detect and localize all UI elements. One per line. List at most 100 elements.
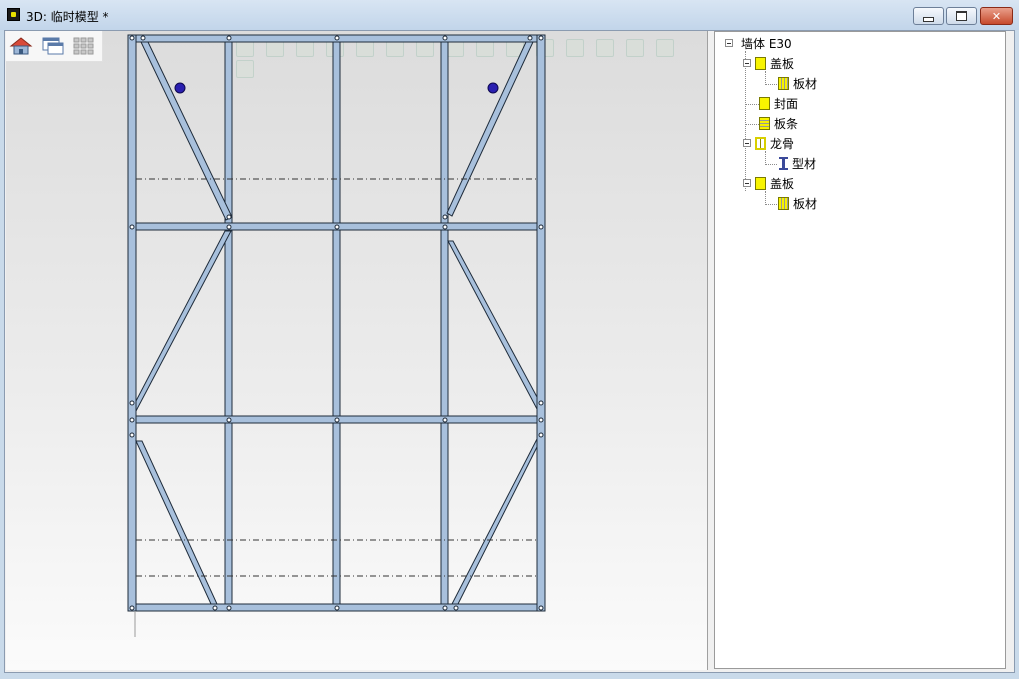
frame-member[interactable]	[440, 229, 449, 417]
collapse-icon[interactable]	[743, 139, 751, 147]
joint-bolt	[226, 224, 232, 230]
tree-connector	[765, 191, 766, 205]
frame-member[interactable]	[440, 422, 449, 605]
joint-bolt	[129, 224, 135, 230]
joint-bolt	[538, 432, 544, 438]
minimize-button[interactable]	[913, 7, 944, 25]
plate-icon	[755, 176, 766, 190]
tree-item-label: 板材	[793, 196, 818, 211]
sheet-icon	[778, 196, 789, 210]
joint-bolt	[334, 605, 340, 611]
joint-bolt	[453, 605, 459, 611]
tree-connector	[745, 124, 759, 125]
collapse-icon[interactable]	[725, 39, 733, 47]
tree-item-label: 型材	[792, 156, 817, 171]
tree-item[interactable]: 型材	[779, 154, 816, 172]
diagonal-brace[interactable]	[446, 41, 534, 217]
grid-icon[interactable]	[72, 36, 96, 56]
frame-member[interactable]	[440, 41, 449, 224]
frame-member[interactable]	[332, 229, 341, 417]
window-icon[interactable]	[41, 36, 65, 56]
tree-connector	[745, 104, 759, 105]
tree-item[interactable]: 板材	[778, 194, 817, 212]
tree-item-label: 封面	[774, 96, 799, 111]
joint-bolt	[129, 417, 135, 423]
tree-item[interactable]: 龙骨	[743, 134, 794, 152]
tree-connector	[765, 71, 766, 85]
3d-viewport[interactable]	[6, 31, 707, 670]
frame-member[interactable]	[536, 34, 546, 612]
frame-member[interactable]	[332, 41, 341, 224]
tree-item[interactable]: 盖板	[743, 54, 794, 72]
home-icon[interactable]	[9, 36, 33, 56]
joint-bolt	[226, 417, 232, 423]
plate-icon	[755, 56, 766, 70]
joint-bolt	[334, 417, 340, 423]
tree-item-label: 盖板	[770, 56, 795, 71]
plate-icon	[759, 96, 770, 110]
joint-bolt	[129, 605, 135, 611]
strip-icon	[759, 116, 770, 130]
joint-bolt	[334, 35, 340, 41]
diagonal-brace[interactable]	[135, 230, 232, 412]
joint-bolt	[226, 35, 232, 41]
joint-bolt	[334, 224, 340, 230]
joint-bolt	[442, 605, 448, 611]
tree-item[interactable]: 板条	[759, 114, 798, 132]
diagonal-brace[interactable]	[135, 440, 218, 605]
frame-member[interactable]	[224, 41, 233, 224]
tree-connector	[765, 151, 766, 165]
panel-splitter[interactable]	[707, 31, 714, 670]
tree-item-label: 墙体 E30	[741, 36, 792, 51]
diagonal-brace[interactable]	[447, 240, 538, 410]
frame-member[interactable]	[127, 34, 137, 612]
tree-item-root[interactable]: 墙体 E30	[725, 34, 792, 52]
selection-marker[interactable]	[487, 82, 499, 94]
minimize-icon	[923, 16, 934, 22]
joint-bolt	[226, 605, 232, 611]
tree-item-label: 盖板	[770, 176, 795, 191]
joint-bolt	[442, 214, 448, 220]
wall-frame-model[interactable]	[6, 31, 707, 670]
joint-bolt	[538, 35, 544, 41]
close-icon: ✕	[991, 9, 1002, 23]
diagonal-brace[interactable]	[140, 41, 233, 221]
tree-connector	[765, 84, 777, 85]
collapse-icon[interactable]	[743, 59, 751, 67]
maximize-icon	[956, 11, 967, 21]
joint-bolt	[442, 35, 448, 41]
selection-marker[interactable]	[174, 82, 186, 94]
joint-bolt	[129, 400, 135, 406]
maximize-button[interactable]	[946, 7, 977, 25]
structure-tree: 墙体 E30 盖板 板材 封面 板条 龙骨 型材 盖板 板材	[714, 31, 1006, 669]
joint-bolt	[538, 224, 544, 230]
collapse-icon[interactable]	[743, 179, 751, 187]
tree-item[interactable]: 封面	[759, 94, 798, 112]
sheet-icon	[778, 76, 789, 90]
tree-connector	[745, 51, 746, 191]
frame-member[interactable]	[224, 229, 233, 417]
tree-item-label: 板材	[793, 76, 818, 91]
view-toolbar	[6, 31, 103, 62]
joint-bolt	[538, 417, 544, 423]
tree-item[interactable]: 板材	[778, 74, 817, 92]
joint-bolt	[226, 214, 232, 220]
joint-bolt	[129, 35, 135, 41]
diagonal-brace[interactable]	[451, 438, 538, 605]
joint-bolt	[538, 400, 544, 406]
frame-member[interactable]	[224, 422, 233, 605]
ibeam-icon	[779, 156, 788, 170]
joint-bolt	[129, 432, 135, 438]
frame-icon	[755, 136, 766, 150]
joint-bolt	[442, 417, 448, 423]
tree-item[interactable]: 盖板	[743, 174, 794, 192]
joint-bolt	[140, 35, 146, 41]
joint-bolt	[538, 605, 544, 611]
app-3d-icon[interactable]	[7, 8, 20, 21]
frame-member[interactable]	[332, 422, 341, 605]
joint-bolt	[527, 35, 533, 41]
close-button[interactable]: ✕	[980, 7, 1013, 25]
tree-item-label: 龙骨	[770, 136, 795, 151]
window-title: 3D: 临时模型 *	[26, 10, 109, 24]
tree-connector	[765, 164, 777, 165]
